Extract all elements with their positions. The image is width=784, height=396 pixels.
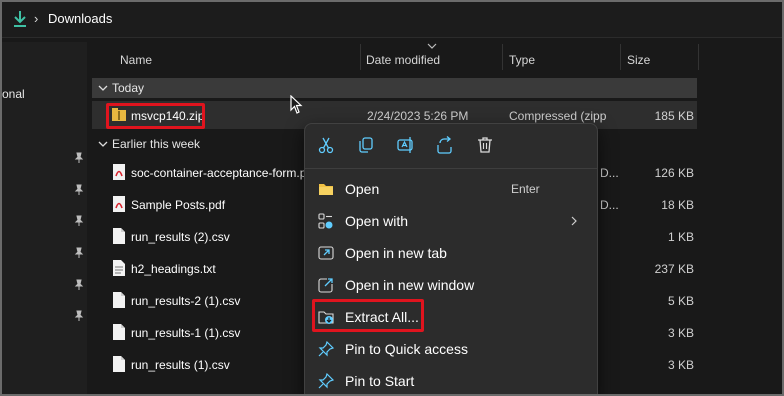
folder-icon (319, 184, 333, 195)
menu-item-label: Pin to Start (345, 373, 415, 389)
file-name: Sample Posts.pdf (131, 198, 226, 212)
highlight-box (312, 299, 424, 332)
menu-item-label: Open with (345, 213, 409, 229)
pin-icon (74, 215, 84, 226)
share-icon[interactable] (436, 136, 454, 154)
new-window-icon (318, 278, 333, 293)
column-header-name[interactable]: Name (120, 53, 152, 67)
file-size: 18 KB (661, 198, 694, 212)
file-name: run_results-1 (1).csv (131, 326, 241, 340)
cut-icon[interactable] (317, 136, 335, 154)
sort-descending-icon (427, 43, 437, 49)
pin-icon (74, 247, 84, 258)
pin-icon (74, 184, 84, 195)
file-date: 2/24/2023 5:26 PM (367, 109, 469, 123)
chevron-down-icon (98, 85, 108, 91)
pin-icon (74, 152, 84, 163)
navigation-pane: onal (2, 42, 87, 394)
column-divider[interactable] (698, 44, 699, 70)
file-type: Compressed (zipp... (509, 109, 607, 123)
chevron-right-icon (571, 216, 577, 226)
file-name: run_results (1).csv (131, 358, 230, 372)
delete-icon[interactable] (476, 136, 494, 154)
file-name: run_results-2 (1).csv (131, 294, 241, 308)
menu-item-open-new-window[interactable]: Open in new window (309, 270, 595, 300)
file-size: 3 KB (667, 358, 694, 372)
file-size: 3 KB (667, 326, 694, 340)
menu-item-pin-start[interactable]: Pin to Start (309, 366, 595, 394)
pin-icon (318, 341, 334, 357)
file-name: soc-container-acceptance-form.p (131, 166, 307, 180)
menu-item-pin-quick-access[interactable]: Pin to Quick access (309, 334, 595, 364)
download-icon (14, 11, 26, 27)
file-size: 1 KB (667, 230, 694, 244)
context-menu-toolbar (305, 124, 597, 168)
column-header-row: Name Date modified Type Size (92, 42, 782, 72)
rename-icon[interactable] (397, 136, 415, 154)
pin-icon (74, 279, 84, 290)
file-type: D... (600, 166, 619, 180)
menu-item-open-new-tab[interactable]: Open in new tab (309, 238, 595, 268)
menu-shortcut: Enter (511, 182, 540, 196)
highlight-box (106, 103, 205, 129)
pdf-icon (113, 164, 125, 180)
file-size: 126 KB (654, 166, 694, 180)
column-header-type[interactable]: Type (509, 53, 535, 67)
chevron-down-icon (98, 141, 108, 147)
menu-item-label: Open in new window (345, 277, 475, 293)
column-divider[interactable] (360, 44, 361, 70)
menu-item-label: Pin to Quick access (345, 341, 468, 357)
file-name: h2_headings.txt (131, 262, 216, 276)
breadcrumb-downloads[interactable]: Downloads (48, 11, 112, 26)
context-menu: Open Enter Open with Open in new tab Ope… (304, 123, 598, 394)
group-label: Earlier this week (112, 137, 201, 151)
group-label: Today (112, 81, 145, 95)
menu-item-open[interactable]: Open Enter (309, 174, 595, 204)
pin-icon (318, 373, 334, 389)
file-size: 237 KB (654, 262, 694, 276)
file-type: D... (600, 198, 619, 212)
menu-divider (305, 168, 597, 169)
file-explorer-window: › Downloads onal Name Date modified Type… (0, 0, 784, 396)
file-size: 5 KB (667, 294, 694, 308)
new-tab-icon (318, 246, 334, 260)
column-header-size[interactable]: Size (627, 53, 650, 67)
file-icon (113, 228, 125, 244)
pin-icon (74, 310, 84, 321)
pdf-icon (113, 196, 125, 212)
file-icon (113, 356, 125, 372)
file-name: run_results (2).csv (131, 230, 230, 244)
file-icon (113, 292, 125, 308)
menu-item-label: Open in new tab (345, 245, 447, 261)
column-header-date[interactable]: Date modified (366, 53, 440, 67)
breadcrumb-separator: › (34, 11, 39, 26)
text-file-icon (113, 260, 125, 276)
menu-item-label: Open (345, 181, 380, 197)
column-divider[interactable] (620, 44, 621, 70)
file-size: 185 KB (654, 109, 694, 123)
file-icon (113, 324, 125, 340)
copy-icon[interactable] (357, 136, 375, 154)
mouse-cursor-icon (290, 95, 303, 114)
address-bar[interactable]: › Downloads (2, 2, 782, 38)
menu-item-open-with[interactable]: Open with (309, 206, 595, 236)
open-with-icon (318, 213, 333, 229)
group-header-today[interactable]: Today (92, 78, 697, 98)
column-divider[interactable] (502, 44, 503, 70)
sidebar-item-label[interactable]: onal (2, 87, 25, 101)
